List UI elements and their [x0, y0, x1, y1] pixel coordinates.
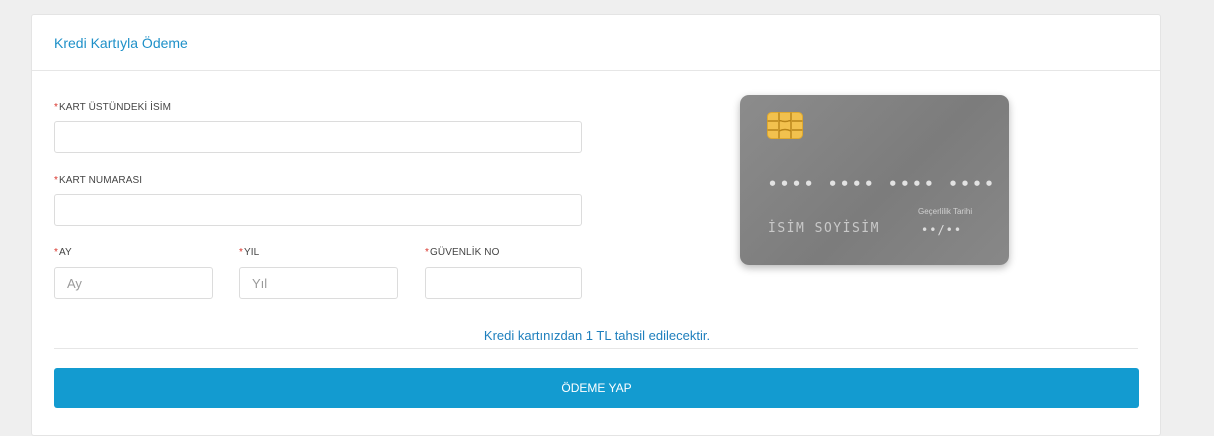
- payment-panel: Kredi Kartıyla Ödeme *KART ÜSTÜNDEKİ İSİ…: [31, 14, 1161, 436]
- required-mark: *: [239, 247, 243, 258]
- page-title: Kredi Kartıyla Ödeme: [54, 34, 188, 51]
- month-input[interactable]: [54, 267, 213, 299]
- pay-button[interactable]: ÖDEME YAP: [54, 368, 1139, 408]
- year-input[interactable]: [239, 267, 398, 299]
- card-name-input[interactable]: [54, 121, 582, 153]
- card-chip-icon: [767, 112, 803, 139]
- month-label: *AY: [54, 247, 72, 258]
- divider: [54, 348, 1138, 349]
- card-number-input[interactable]: [54, 194, 582, 226]
- card-number-label: *KART NUMARASI: [54, 175, 143, 186]
- card-name-label: *KART ÜSTÜNDEKİ İSİM: [54, 102, 172, 113]
- card-number-mask: •••• •••• •••• ••••: [768, 175, 997, 193]
- expiry-mask: ••/••: [921, 223, 963, 237]
- cvv-input[interactable]: [425, 267, 582, 299]
- card-holder-name: İSİM SOYİSİM: [768, 221, 880, 236]
- charge-notice: Kredi kartınızdan 1 TL tahsil edilecekti…: [483, 328, 711, 343]
- card-preview: •••• •••• •••• •••• İSİM SOYİSİM Geçerli…: [740, 95, 1009, 265]
- required-mark: *: [54, 102, 58, 113]
- required-mark: *: [54, 175, 58, 186]
- year-label: *YIL: [239, 247, 260, 258]
- required-mark: *: [425, 247, 429, 258]
- panel-header: Kredi Kartıyla Ödeme: [32, 15, 1160, 71]
- expiry-label: Geçerlilik Tarihi: [918, 207, 973, 216]
- cvv-label: *GÜVENLİK NO: [425, 247, 500, 258]
- required-mark: *: [54, 247, 58, 258]
